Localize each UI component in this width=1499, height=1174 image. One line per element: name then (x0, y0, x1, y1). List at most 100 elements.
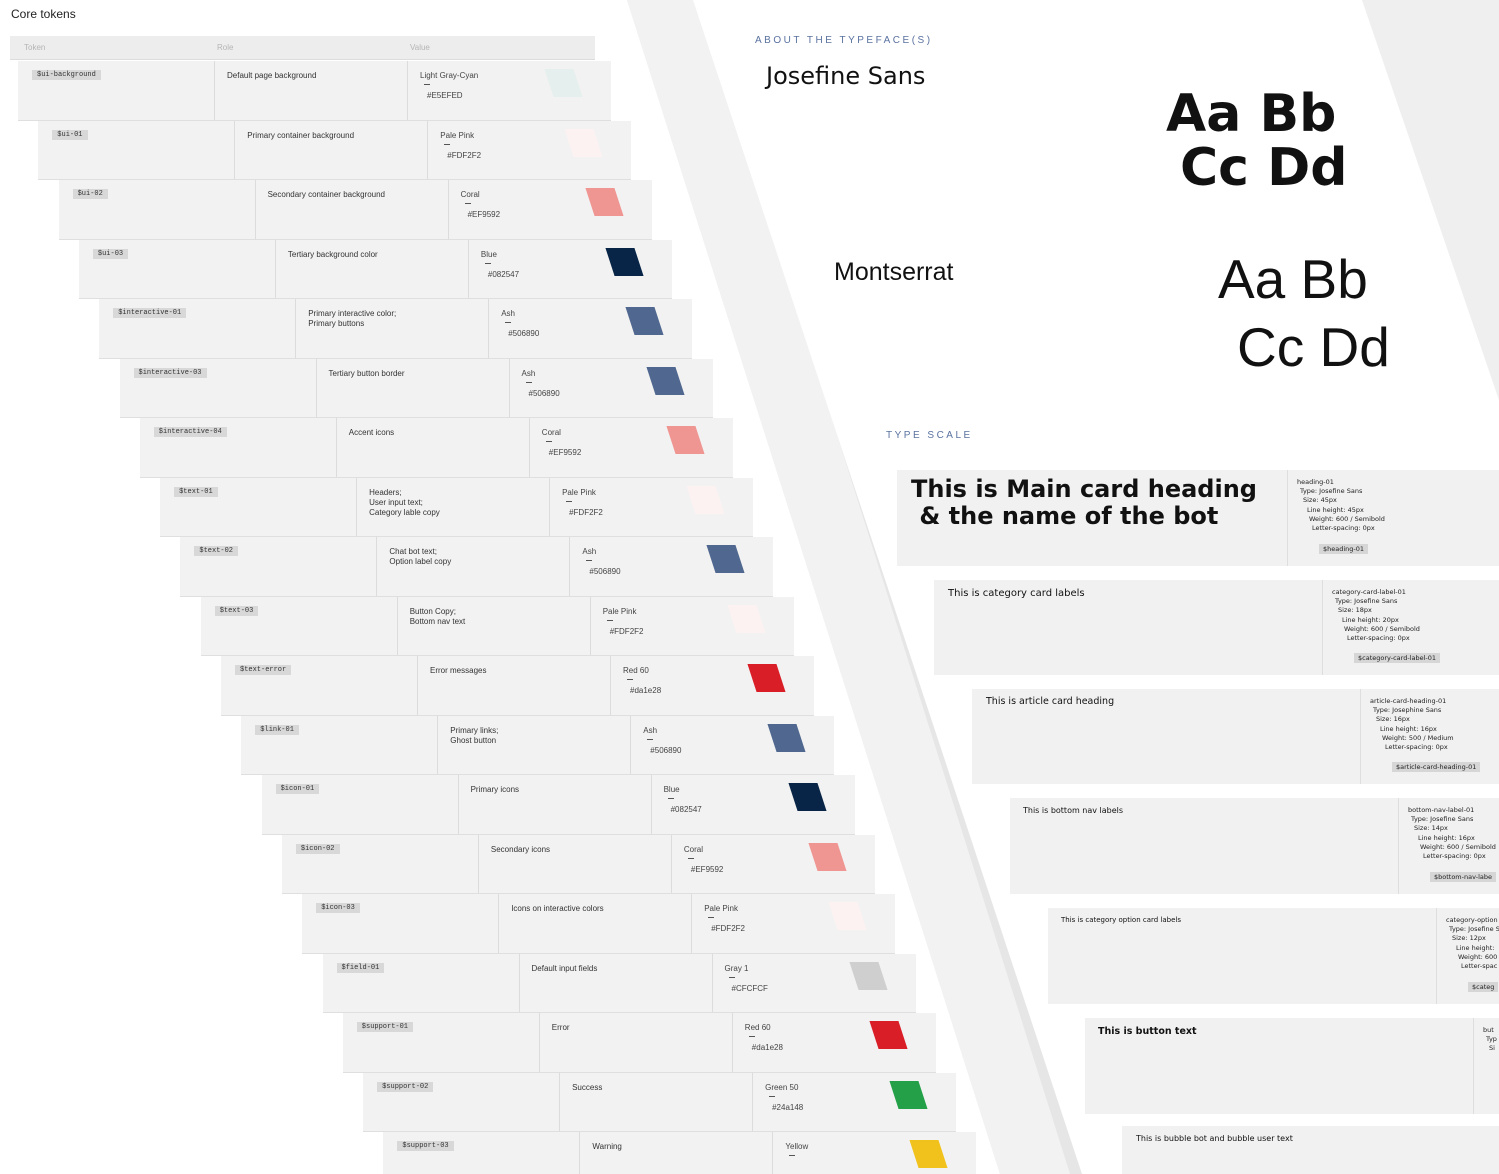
column-divider (569, 537, 571, 596)
spec-weight: Weight: 600 / Semibold (1344, 624, 1420, 633)
token-row: $interactive-03 Tertiary button border Ash… (119, 358, 713, 418)
token-role: Primary container background (247, 130, 355, 140)
token-role: Primary interactive color; Primary butto… (308, 309, 397, 328)
spec-size: Size: 45px (1303, 496, 1337, 505)
spec-letter-spacing: Letter-spacing: 0px (1312, 524, 1375, 533)
value-dash (586, 560, 593, 561)
spec-weight: Weight: 600 / Semibold (1420, 842, 1496, 851)
color-swatch (605, 247, 644, 276)
card-divider (1287, 470, 1288, 566)
color-swatch (889, 1080, 928, 1109)
token-role: Chat bot text; Option label copy (389, 547, 452, 566)
column-divider (731, 1013, 733, 1072)
token-role: Button Copy; Bottom nav text (409, 606, 466, 626)
column-divider (417, 656, 418, 715)
token-role: Success (572, 1082, 603, 1092)
tokens-table-header: Token Role Value (10, 36, 595, 60)
token-row: $ui-01 Primary container background Pale P… (38, 120, 632, 180)
spec-letter-spacing: Letter-spacing: 0px (1423, 852, 1486, 861)
spec-size: Size: 14px (1414, 824, 1448, 833)
token-role: Error (551, 1023, 570, 1032)
token-chip: $support-02 (377, 1081, 434, 1092)
color-name: Ash (643, 725, 658, 735)
value-dash (545, 441, 552, 442)
column-divider (528, 418, 530, 477)
color-hex: #082547 (670, 805, 702, 814)
typeface-name-josefine: Josefine Sans (766, 62, 926, 90)
column-divider (437, 715, 439, 774)
color-hex: #FDF2F2 (609, 626, 644, 636)
token-role: Tertiary background color (287, 249, 378, 259)
value-dash (728, 976, 735, 978)
card-divider (1436, 908, 1437, 1004)
token-chip: $ui-background (32, 70, 101, 80)
column-divider (214, 61, 215, 120)
type-scale-card: This is bubble bot and bubble user text (1122, 1126, 1499, 1174)
column-divider (508, 358, 510, 417)
column-divider (396, 596, 398, 655)
type-scale-card: This is Main card heading & the name of … (897, 470, 1499, 566)
token-chip: $ui-01 (52, 129, 88, 140)
column-divider (752, 1072, 754, 1131)
value-dash (464, 203, 471, 204)
color-swatch (544, 69, 583, 97)
value-dash (484, 262, 491, 264)
color-swatch (666, 426, 705, 454)
token-chip: $support-01 (356, 1022, 414, 1032)
token-role: Default page background (227, 71, 317, 80)
value-dash (708, 917, 715, 918)
column-divider (274, 239, 276, 298)
value-dash (627, 679, 633, 680)
token-chip: $icon-01 (275, 784, 320, 794)
token-row: $text-01 Headers; User input text; Catego… (160, 477, 754, 537)
color-name: Ash (521, 368, 536, 378)
color-name: Yellow (785, 1142, 809, 1151)
type-scale-card: This is button text but Typ Si (1085, 1018, 1499, 1114)
spec-name: article-card-heading-01 (1370, 697, 1447, 705)
value-dash (606, 619, 613, 621)
type-token-chip: $article-card-heading-01 (1392, 762, 1481, 772)
column-divider (630, 715, 632, 774)
token-row: $support-02 Success Green 50 #24a148 (363, 1072, 957, 1132)
column-divider (670, 834, 672, 893)
color-name: Green 50 (765, 1082, 799, 1092)
color-hex: #da1e28 (751, 1043, 783, 1052)
column-divider (254, 180, 256, 239)
column-divider (447, 180, 449, 239)
color-name: Coral (541, 428, 561, 437)
color-hex: #24a148 (772, 1102, 804, 1112)
color-name: Pale Pink (440, 130, 475, 140)
type-sample: This is Main card heading & the name of … (911, 475, 1257, 530)
spec-type: Type: Josefine Sans (1335, 597, 1398, 606)
color-name: Pale Pink (602, 606, 637, 616)
color-swatch (625, 307, 664, 335)
typeface-name-montserrat: Montserrat (834, 258, 954, 286)
color-hex: #082547 (487, 269, 520, 279)
color-hex: #E5EFED (427, 91, 463, 100)
color-hex: #EF9592 (690, 864, 724, 874)
specimen-montserrat-line2: Cc Dd (1237, 316, 1390, 378)
spec-letter-spacing: Letter-spac (1461, 962, 1498, 971)
color-swatch (585, 188, 624, 216)
color-swatch (727, 604, 766, 633)
token-chip: $text-03 (214, 605, 259, 616)
value-dash (424, 84, 430, 85)
token-row: $ui-02 Secondary container background Cora… (58, 180, 652, 240)
color-name: Pale Pink (562, 487, 596, 497)
color-name: Coral (683, 844, 704, 854)
column-divider (457, 775, 459, 834)
type-scale-label: TYPE SCALE (886, 430, 973, 441)
token-role: Headers; User input text; Category lable… (369, 487, 440, 517)
color-swatch (848, 961, 888, 990)
color-hex: #CFCFCF (731, 983, 768, 993)
spec-name: bottom-nav-label-01 (1408, 806, 1475, 814)
header-role: Role (217, 43, 234, 52)
column-divider (234, 120, 236, 179)
spec-line-height: Line height: 20px (1342, 615, 1399, 624)
token-row: $link-01 Primary links; Ghost button Ash #5… (241, 715, 835, 775)
column-divider (610, 656, 611, 715)
column-divider (538, 1013, 540, 1072)
color-name: Blue (480, 249, 497, 259)
type-scale-card: This is category option card labels categ… (1048, 908, 1499, 1004)
specimen-josefine-line1: Aa Bb (1166, 84, 1337, 144)
